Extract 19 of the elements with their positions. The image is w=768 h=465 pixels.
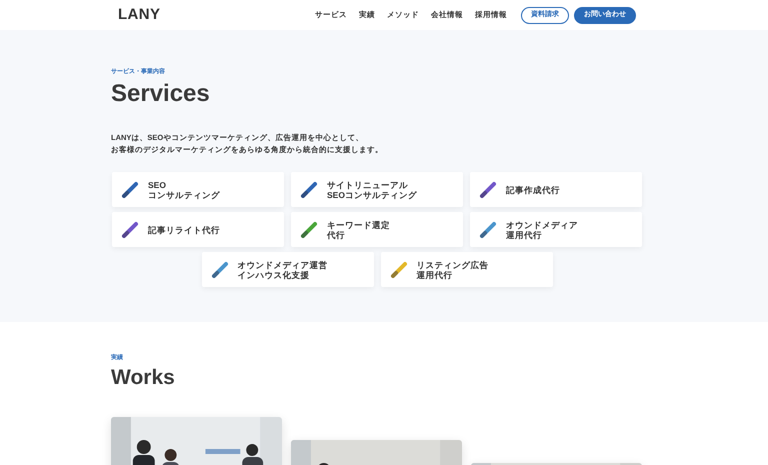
service-card[interactable]: サイトリニューアル SEOコンサルティング (291, 172, 463, 207)
service-name: 記事作成代行 (506, 184, 560, 194)
service-card[interactable]: 記事作成代行 (470, 172, 642, 207)
service-name: 記事リライト代行 (148, 224, 220, 234)
service-card[interactable]: キーワード選定 代行 (291, 212, 463, 247)
service-card[interactable]: リスティング広告 運用代行 (380, 252, 552, 287)
service-card[interactable]: オウンドメディア運営 インハウス化支援 (202, 252, 374, 287)
logo[interactable]: LANY (118, 4, 160, 26)
service-card[interactable]: SEO コンサルティング (112, 172, 284, 207)
service-name: オウンドメディア運営 インハウス化支援 (238, 260, 328, 280)
section-title: Works (111, 365, 176, 391)
service-name: オウンドメディア 運用代行 (506, 220, 578, 240)
service-name: SEO コンサルティング (148, 180, 220, 200)
service-name: リスティング広告 運用代行 (416, 260, 488, 280)
service-card[interactable]: オウンドメディア 運用代行 (470, 212, 642, 247)
section-title: Services (111, 79, 211, 109)
service-name: キーワード選定 代行 (327, 220, 390, 240)
service-card[interactable]: 記事リライト代行 (112, 212, 284, 247)
service-name: サイトリニューアル SEOコンサルティング (327, 180, 417, 200)
